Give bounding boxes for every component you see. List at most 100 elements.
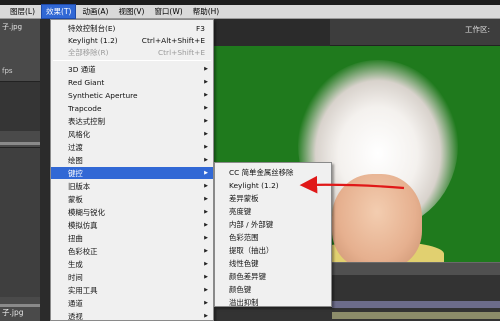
menu-item-keylight-recent[interactable]: Keylight (1.2) Ctrl+Alt+Shift+E [51, 34, 213, 46]
arrow-right-icon: ▶ [204, 105, 208, 111]
menu-item-red-giant[interactable]: Red Giant ▶ [51, 76, 213, 88]
menu-item-blur-sharpen[interactable]: 模糊与锐化 ▶ [51, 206, 213, 218]
timeline-layer-bar[interactable] [332, 301, 500, 308]
project-preview [0, 81, 40, 131]
arrow-right-icon: ▶ [204, 313, 208, 319]
menu-item-label: 生成 [68, 259, 83, 269]
project-panel: 子.jpg fps 子.jpg [0, 19, 40, 321]
menu-item-keying[interactable]: 键控 ▶ [51, 167, 213, 179]
menu-help[interactable]: 帮助(H) [189, 5, 224, 18]
menu-item-label: 特效控制台(E) [68, 23, 116, 33]
arrow-right-icon: ▶ [204, 287, 208, 293]
menu-item-utility[interactable]: 实用工具 ▶ [51, 284, 213, 296]
menu-bar: 图层(L) 效果(T) 动画(A) 视图(V) 窗口(W) 帮助(H) [0, 4, 500, 19]
submenu-item-color-key[interactable]: 颜色键 [215, 283, 331, 295]
menu-item-remove-all: 全部移除(R) Ctrl+Shift+E [51, 46, 213, 58]
menu-item-label: Keylight (1.2) [68, 35, 118, 45]
arrow-right-icon: ▶ [204, 183, 208, 189]
toolbar-area: 工作区: [330, 19, 500, 46]
menu-item-label: 过渡 [68, 142, 83, 152]
menu-item-label: Synthetic Aperture [68, 90, 138, 100]
timeline-layer-bar[interactable] [332, 312, 500, 319]
menu-item-synthetic-aperture[interactable]: Synthetic Aperture ▶ [51, 89, 213, 101]
menu-window[interactable]: 窗口(W) [150, 5, 186, 18]
fps-label: fps [2, 67, 13, 75]
menu-item-label: 透视 [68, 311, 83, 321]
menu-item-generate[interactable]: 生成 ▶ [51, 258, 213, 270]
arrow-right-icon: ▶ [204, 157, 208, 163]
arrow-right-icon: ▶ [204, 274, 208, 280]
arrow-right-icon: ▶ [204, 79, 208, 85]
menu-item-perspective[interactable]: 透视 ▶ [51, 310, 213, 321]
menu-item-time[interactable]: 时间 ▶ [51, 271, 213, 283]
menu-item-distort[interactable]: 扭曲 ▶ [51, 232, 213, 244]
menu-item-label: 溢出抑制 [229, 297, 259, 307]
menu-item-label: 色彩校正 [68, 246, 98, 256]
arrow-right-icon: ▶ [204, 144, 208, 150]
project-list [0, 147, 40, 297]
menu-item-obsolete[interactable]: 旧版本 ▶ [51, 180, 213, 192]
menu-item-label: Red Giant [68, 77, 105, 87]
submenu-item-color-difference-key[interactable]: 颜色差异键 [215, 270, 331, 282]
menu-item-label: 内部 / 外部键 [229, 219, 274, 229]
menu-layer[interactable]: 图层(L) [6, 5, 39, 18]
menu-item-label: 风格化 [68, 129, 91, 139]
menu-view[interactable]: 视图(V) [114, 5, 148, 18]
menu-item-label: 键控 [68, 168, 83, 178]
menu-item-color-correction[interactable]: 色彩校正 ▶ [51, 245, 213, 257]
menu-item-expression-controls[interactable]: 表达式控制 ▶ [51, 115, 213, 127]
menu-item-label: 模糊与锐化 [68, 207, 105, 217]
arrow-right-icon: ▶ [204, 118, 208, 124]
arrow-right-icon: ▶ [204, 209, 208, 215]
effect-menu: 特效控制台(E) F3 Keylight (1.2) Ctrl+Alt+Shif… [50, 19, 214, 321]
menu-item-label: 差异蒙板 [229, 193, 259, 203]
project-file-label[interactable]: 子.jpg [2, 22, 22, 32]
menu-item-effect-controls[interactable]: 特效控制台(E) F3 [51, 22, 213, 34]
workspace-label[interactable]: 工作区: [465, 24, 490, 35]
menu-item-label: 3D 通道 [68, 64, 96, 74]
menu-item-label: Trapcode [68, 103, 102, 113]
menu-item-label: 时间 [68, 272, 83, 282]
shortcut-label: Ctrl+Alt+Shift+E [141, 35, 205, 45]
menu-item-transition[interactable]: 过渡 ▶ [51, 141, 213, 153]
timeline-file-label[interactable]: 子.jpg [2, 307, 24, 318]
arrow-right-icon: ▶ [204, 300, 208, 306]
menu-item-stylize[interactable]: 风格化 ▶ [51, 128, 213, 140]
menu-item-label: 提取（抽出） [229, 245, 274, 255]
annotation-arrow-icon [299, 175, 405, 194]
menu-item-matte[interactable]: 蒙板 ▶ [51, 193, 213, 205]
submenu-item-luma-key[interactable]: 亮度键 [215, 205, 331, 217]
menu-item-channel[interactable]: 通道 ▶ [51, 297, 213, 309]
menu-item-label: 线性色键 [229, 258, 259, 268]
arrow-right-icon: ▶ [204, 196, 208, 202]
menu-effect[interactable]: 效果(T) [41, 4, 77, 19]
menu-item-label: 旧版本 [68, 181, 91, 191]
menu-item-simulation[interactable]: 模拟仿真 ▶ [51, 219, 213, 231]
submenu-item-extract[interactable]: 提取（抽出） [215, 244, 331, 256]
arrow-right-icon: ▶ [204, 92, 208, 98]
menu-item-paint[interactable]: 绘图 ▶ [51, 154, 213, 166]
menu-item-label: 通道 [68, 298, 83, 308]
shortcut-label: F3 [196, 23, 205, 33]
submenu-item-linear-color-key[interactable]: 线性色键 [215, 257, 331, 269]
menu-item-3d-channel[interactable]: 3D 通道 ▶ [51, 63, 213, 75]
menu-item-label: 全部移除(R) [68, 47, 109, 57]
menu-item-trapcode[interactable]: Trapcode ▶ [51, 102, 213, 114]
submenu-item-inner-outer-key[interactable]: 内部 / 外部键 [215, 218, 331, 230]
arrow-right-icon: ▶ [204, 131, 208, 137]
arrow-right-icon: ▶ [204, 222, 208, 228]
submenu-item-spill-suppressor[interactable]: 溢出抑制 [215, 296, 331, 308]
menu-item-label: 模拟仿真 [68, 220, 98, 230]
menu-item-label: 颜色差异键 [229, 271, 266, 281]
menu-item-label: 色彩范围 [229, 232, 259, 242]
arrow-right-icon: ▶ [204, 248, 208, 254]
panel-divider [0, 142, 40, 145]
menu-item-label: 绘图 [68, 155, 83, 165]
menu-item-label: 亮度键 [229, 206, 252, 216]
arrow-right-icon: ▶ [204, 235, 208, 241]
menu-item-label: 实用工具 [68, 285, 98, 295]
menu-animation[interactable]: 动画(A) [78, 5, 112, 18]
menu-item-label: 表达式控制 [68, 116, 105, 126]
submenu-item-color-range[interactable]: 色彩范围 [215, 231, 331, 243]
shortcut-label: Ctrl+Shift+E [157, 47, 205, 57]
